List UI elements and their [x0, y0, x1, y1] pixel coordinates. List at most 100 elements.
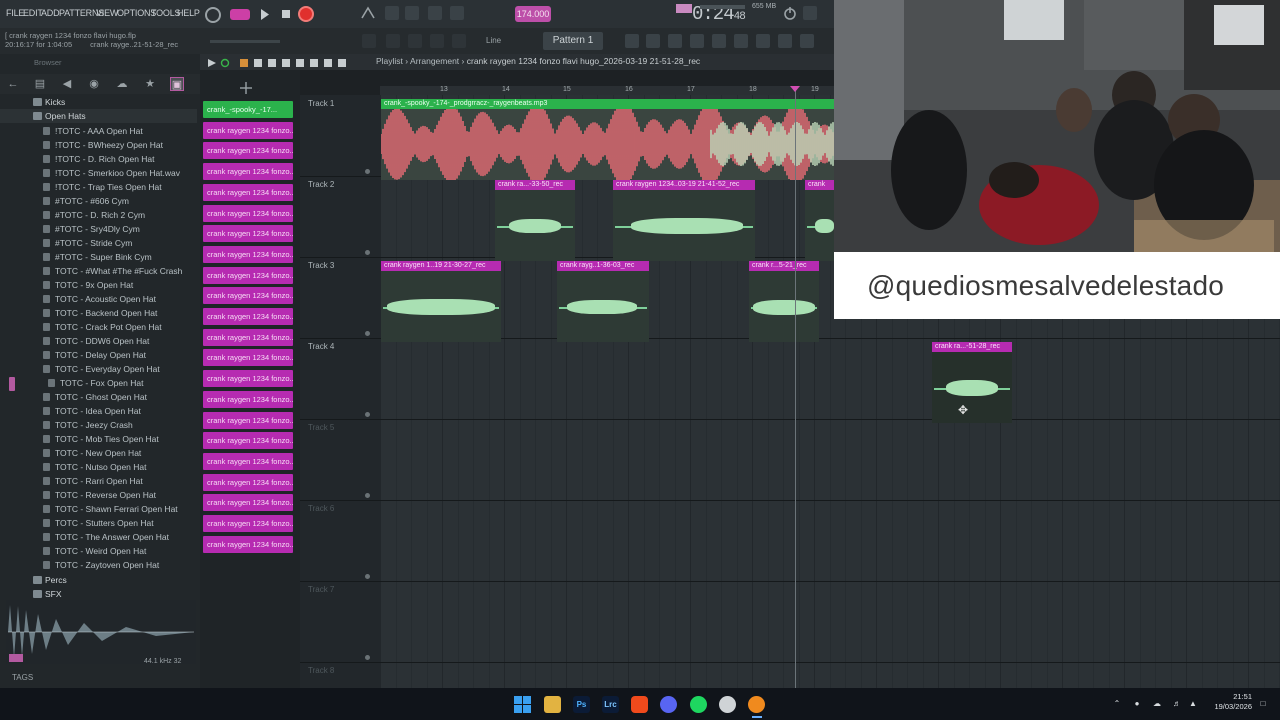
sample-item[interactable]: #TOTC - Stride Cym — [0, 236, 197, 250]
filter-icon[interactable]: ▣ — [170, 77, 184, 91]
piano-icon[interactable] — [646, 34, 660, 48]
sample-item[interactable]: TOTC - Zaytoven Open Hat — [0, 558, 197, 572]
sample-item[interactable]: !TOTC - Trap Ties Open Hat — [0, 180, 197, 194]
pencil-icon[interactable] — [408, 34, 422, 48]
stop-icon[interactable] — [282, 10, 290, 18]
pin-icon[interactable] — [778, 34, 792, 48]
star-icon[interactable]: ★ — [143, 77, 157, 91]
master-volume-slider[interactable] — [700, 5, 745, 9]
photoshop-icon[interactable]: Ps — [573, 696, 590, 713]
sample-item[interactable]: TOTC - 9x Open Hat — [0, 278, 197, 292]
channel-recording[interactable]: crank raygen 1234 fonzo... — [203, 183, 293, 201]
folder-open-hats[interactable]: Open Hats — [0, 109, 197, 123]
channel-recording[interactable]: crank raygen 1234 fonzo... — [203, 473, 293, 491]
channel-recording[interactable]: crank raygen 1234 fonzo... — [203, 494, 293, 512]
plugin-icon[interactable] — [734, 34, 748, 48]
sample-item[interactable]: TOTC - Weird Open Hat — [0, 544, 197, 558]
sample-item[interactable]: TOTC - Fox Open Hat — [0, 376, 197, 390]
channel-recording[interactable]: crank raygen 1234 fonzo... — [203, 370, 293, 388]
clip-track2-a[interactable]: crank ra...-33-50_rec — [495, 180, 575, 261]
folder-sfx[interactable]: SFX — [0, 587, 197, 601]
track-name[interactable]: Track 8 — [308, 666, 334, 675]
metronome-icon[interactable] — [360, 6, 376, 20]
clip-track3-c[interactable]: crank r...5-21_rec — [749, 261, 819, 342]
sample-item[interactable]: TOTC - #What #The #Fuck Crash — [0, 264, 197, 278]
clip-track3-b[interactable]: crank rayg..1-36-03_rec — [557, 261, 649, 342]
playhead-marker-icon[interactable] — [790, 86, 800, 92]
channel-recording[interactable]: crank raygen 1234 fonzo... — [203, 142, 293, 160]
discord-icon[interactable] — [660, 696, 677, 713]
mixer-icon[interactable] — [690, 34, 704, 48]
sample-item[interactable]: TOTC - Reverse Open Hat — [0, 488, 197, 502]
plugin-database-icon[interactable]: ◉ — [87, 77, 101, 91]
menu-file[interactable]: FILE — [6, 8, 24, 18]
sample-item[interactable]: #TOTC - #606 Cym — [0, 194, 197, 208]
track-mute-dot-icon[interactable] — [365, 331, 370, 336]
sample-item[interactable]: TOTC - The Answer Open Hat — [0, 530, 197, 544]
clip-track2-c[interactable]: crank — [805, 180, 834, 261]
sample-item[interactable]: TOTC - Ghost Open Hat — [0, 390, 197, 404]
clip-track4-a[interactable]: crank ra...-51-28_rec — [932, 342, 1012, 423]
channel-recording[interactable]: crank raygen 1234 fonzo... — [203, 411, 293, 429]
system-clock[interactable]: 21:51 19/03/2026 — [1200, 692, 1252, 712]
browser-scrollbar[interactable] — [9, 377, 15, 391]
sample-item[interactable]: TOTC - DDW6 Open Hat — [0, 334, 197, 348]
sample-item[interactable]: #TOTC - Super Bink Cym — [0, 250, 197, 264]
clip-track1-audio[interactable]: crank_-spooky_-174-_prodgrracz-_raygenbe… — [380, 99, 834, 186]
sample-item[interactable]: TOTC - Delay Open Hat — [0, 348, 197, 362]
channel-rack-icon[interactable] — [668, 34, 682, 48]
song-mode-icon[interactable] — [204, 6, 222, 24]
piano-roll-icon[interactable] — [362, 34, 376, 48]
sample-item[interactable]: TOTC - Idea Open Hat — [0, 404, 197, 418]
channel-recording[interactable]: crank raygen 1234 fonzo... — [203, 515, 293, 532]
playlist-icon[interactable] — [625, 34, 639, 48]
loop-record-icon[interactable] — [450, 6, 464, 20]
lightroom-classic-icon[interactable]: Lrc — [602, 696, 619, 713]
track-mute-dot-icon[interactable] — [365, 412, 370, 417]
chrome-icon[interactable] — [719, 696, 736, 713]
play-icon[interactable] — [260, 9, 270, 20]
menu-help[interactable]: HELP — [177, 8, 200, 18]
channel-recording[interactable]: crank raygen 1234 fonzo... — [203, 204, 293, 222]
clip-track2-b[interactable]: crank raygen 1234..03-19 21-41-52_rec — [613, 180, 755, 261]
track-mute-dot-icon[interactable] — [365, 574, 370, 579]
marker-icon[interactable] — [800, 34, 814, 48]
channel-recording[interactable]: crank raygen 1234 fonzo... — [203, 328, 293, 346]
tray-chevron-icon[interactable]: ⌃ — [1112, 699, 1122, 709]
notification-icon[interactable]: □ — [1258, 699, 1268, 709]
channel-recording[interactable]: crank raygen 1234 fonzo... — [203, 349, 293, 367]
sample-item[interactable]: TOTC - Crack Pot Open Hat — [0, 320, 197, 334]
sample-item[interactable]: TOTC - Backend Open Hat — [0, 306, 197, 320]
sample-item[interactable]: TOTC - Stutters Open Hat — [0, 516, 197, 530]
file-explorer-icon[interactable] — [544, 696, 561, 713]
track-name[interactable]: Track 5 — [308, 423, 334, 432]
arrow-icon[interactable] — [386, 34, 400, 48]
channel-recording[interactable]: crank raygen 1234 fonzo... — [203, 245, 293, 263]
folder-percs[interactable]: Percs — [0, 573, 197, 587]
sample-item[interactable]: TOTC - Acoustic Open Hat — [0, 292, 197, 306]
tempo-display[interactable]: 174.000 — [515, 6, 551, 22]
channel-recording[interactable]: crank raygen 1234 fonzo... — [203, 163, 293, 181]
folder-kicks[interactable]: Kicks — [0, 95, 197, 109]
sample-item[interactable]: TOTC - Everyday Open Hat — [0, 362, 197, 376]
main-pitch-slider[interactable] — [210, 40, 280, 43]
close-panel-icon[interactable] — [803, 6, 817, 20]
channel-add-icon[interactable] — [240, 82, 252, 94]
clip-track3-a[interactable]: crank raygen 1..19 21-30-27_rec — [381, 261, 501, 342]
cloud-icon[interactable]: ☁ — [115, 77, 129, 91]
track-name[interactable]: Track 2 — [308, 180, 334, 189]
file-icon[interactable]: ▤ — [33, 77, 47, 91]
playlist-tools-icon[interactable] — [208, 58, 358, 68]
sample-item[interactable]: TOTC - Mob Ties Open Hat — [0, 432, 197, 446]
sample-item[interactable]: #TOTC - D. Rich 2 Cym — [0, 208, 197, 222]
magnet-icon[interactable] — [452, 34, 466, 48]
arrow-left-icon[interactable]: ← — [6, 77, 20, 91]
link-icon[interactable] — [430, 34, 444, 48]
volume-icon[interactable]: ♬ — [1172, 699, 1182, 709]
menu-add[interactable]: ADD — [41, 8, 60, 18]
snap-label[interactable]: Line — [486, 36, 501, 45]
track-mute-dot-icon[interactable] — [365, 250, 370, 255]
channel-main-beat[interactable]: crank_-spooky_-17... — [203, 101, 293, 118]
sample-item[interactable]: !TOTC - BWheezy Open Hat — [0, 138, 197, 152]
sample-item[interactable]: TOTC - Jeezy Crash — [0, 418, 197, 432]
